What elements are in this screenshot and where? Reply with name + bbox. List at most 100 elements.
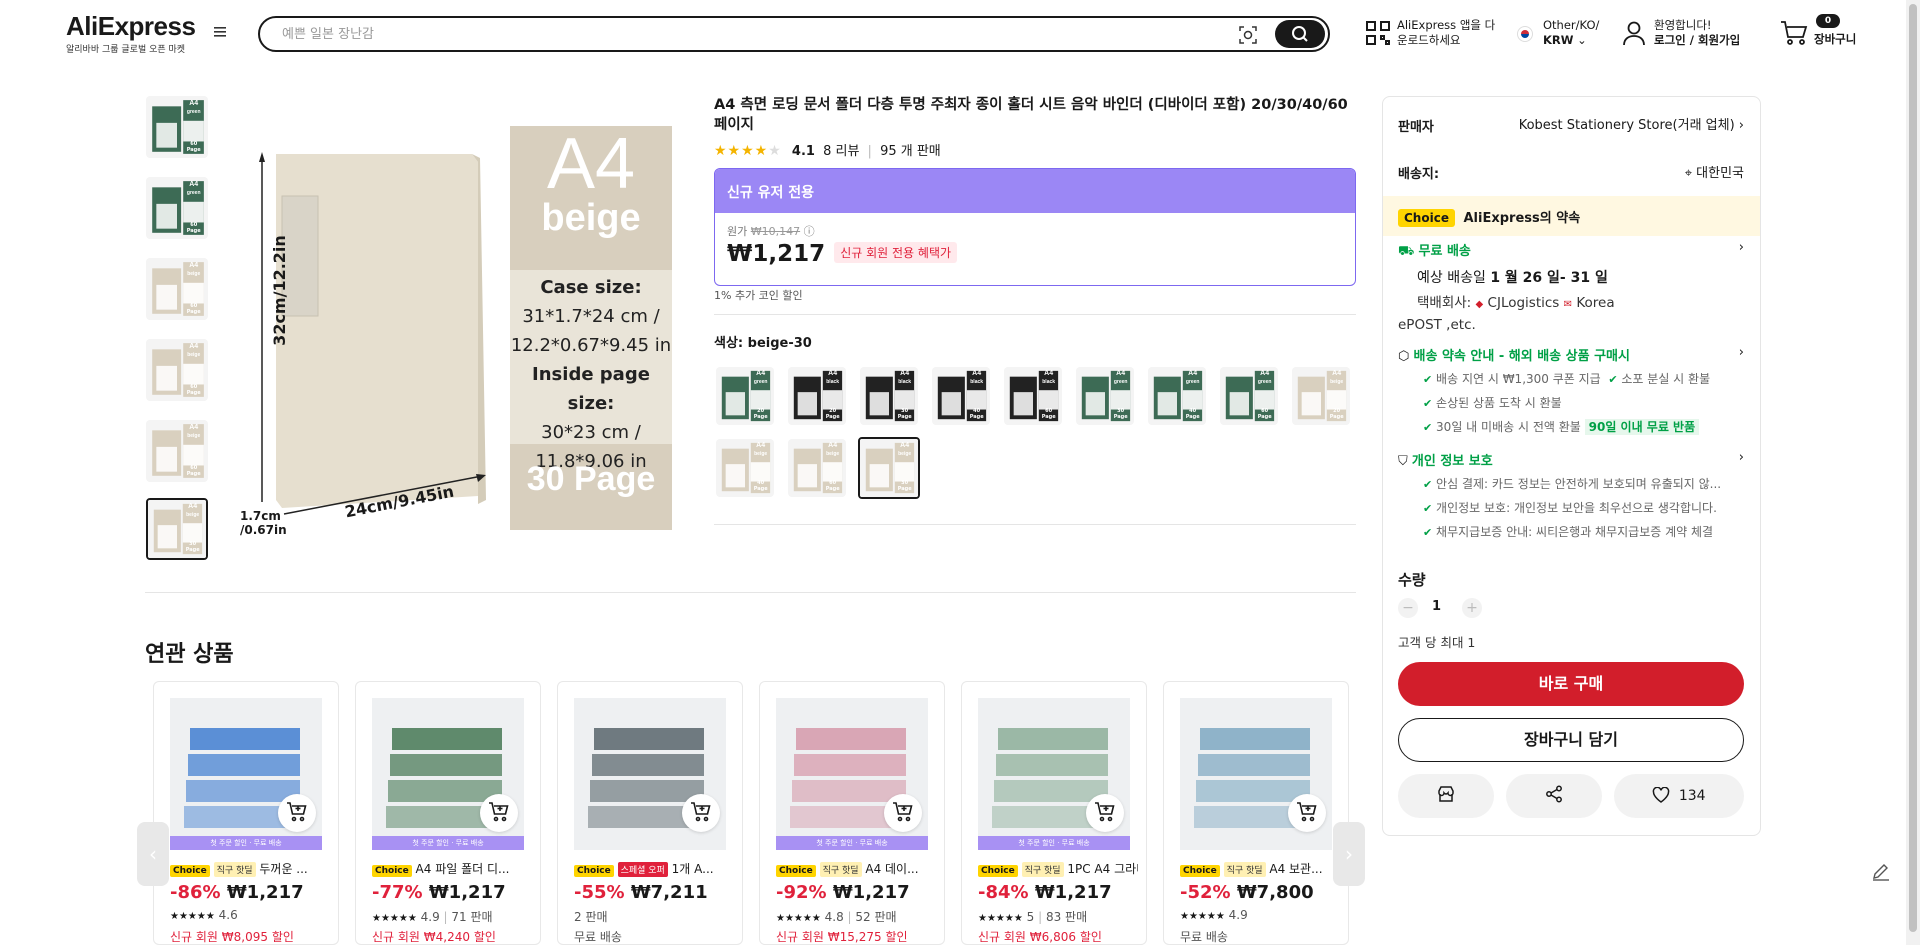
- store-icon: [1437, 786, 1455, 804]
- increase-button[interactable]: +: [1462, 598, 1482, 618]
- add-to-cart-icon[interactable]: [1086, 794, 1124, 832]
- check-icon: ✔: [1423, 526, 1433, 539]
- product-name: Choice 직구 핫딜 1PC A4 그라디...: [978, 860, 1138, 877]
- product-name: Choice A4 파일 폴더 디...: [372, 860, 532, 877]
- thumb-page-label: 60 Page: [186, 303, 201, 316]
- color-swatch[interactable]: A4 beige 20 Page: [1292, 367, 1350, 425]
- thumbnail-image[interactable]: A4 green 60 Page: [146, 96, 208, 158]
- original-price: 원가 ₩10,147 ⓘ: [727, 225, 815, 238]
- color-swatch[interactable]: A4 black 40 Page: [932, 367, 990, 425]
- related-product-card[interactable]: 첫 주문 할인 · 무료 배송 Choice A4 파일 폴더 디... -77% …: [355, 681, 541, 945]
- quantity-value[interactable]: 1: [1432, 599, 1441, 614]
- color-swatch[interactable]: A4 green 20 Page: [716, 367, 774, 425]
- color-swatch[interactable]: A4 black 20 Page: [788, 367, 846, 425]
- choice-badge: Choice: [1398, 209, 1455, 227]
- product-rating: ★★★★★ 4.8 | 52 판매: [776, 910, 897, 924]
- thumbnail-image[interactable]: A4 beige 60 Page: [146, 339, 208, 401]
- aliexpress-logo[interactable]: AliExpress 알리바바 그룹 글로벌 오픈 마켓: [66, 11, 196, 55]
- free-shipping-section[interactable]: ⛟ 무료 배송 › 예상 배송일 1 월 26 일- 31 일 택배회사: ◆ C…: [1398, 240, 1744, 335]
- related-product-card[interactable]: Choice 직구 핫딜 A4 보관... -52% ₩7,800 ★★★★★ 4.…: [1163, 681, 1349, 945]
- seller-link[interactable]: Kobest Stationery Store(거래 업체) ›: [1514, 114, 1744, 133]
- color-swatch[interactable]: A4 green 40 Page: [1148, 367, 1206, 425]
- delivery-promise-section[interactable]: ⬡ 배송 약속 안내 - 해외 배송 상품 구매시 › ✔ 배송 지연 시 ₩1,…: [1398, 345, 1744, 435]
- product-rating: ★★★★★ 4.6: [170, 908, 238, 922]
- thumb-page-label: 40 Page: [753, 480, 768, 493]
- user-icon: [1623, 21, 1645, 46]
- add-to-cart-button[interactable]: 장바구니 담기: [1398, 718, 1744, 762]
- main-product-image[interactable]: 32cm/12.2in 24cm/9.45in 1.7cm/0.67in A4 …: [232, 96, 684, 546]
- thumb-page-label: 20 Page: [1329, 408, 1344, 421]
- thumbnail-image[interactable]: A4 beige 60 Page: [146, 258, 208, 320]
- related-product-card[interactable]: 첫 주문 할인 · 무료 배송 Choice 직구 핫딜 1PC A4 그라디..…: [961, 681, 1147, 945]
- thumbnail-image[interactable]: A4 beige 60 Page: [146, 420, 208, 482]
- related-product-card[interactable]: 첫 주문 할인 · 무료 배송 Choice 직구 핫딜 A4 데이... -92%…: [759, 681, 945, 945]
- related-product-card[interactable]: 첫 주문 할인 · 무료 배송 Choice 직구 핫딜 두꺼운 ... -86% …: [153, 681, 339, 945]
- hamburger-menu-icon[interactable]: [210, 26, 230, 46]
- search-input[interactable]: [282, 24, 1182, 44]
- product-rating: ★★★★★ 4.9 | 71 판매: [372, 910, 493, 924]
- add-to-cart-icon[interactable]: [884, 794, 922, 832]
- thumb-page-label: 30 Page: [897, 480, 912, 493]
- check-icon: ✔: [1423, 397, 1433, 410]
- image-page-label: 30 Page: [526, 460, 656, 498]
- color-swatch[interactable]: A4 green 60 Page: [1220, 367, 1278, 425]
- store-button[interactable]: [1398, 774, 1494, 818]
- wishlist-count: 134: [1678, 788, 1706, 804]
- wishlist-button[interactable]: 134: [1614, 774, 1744, 818]
- login-register-link[interactable]: 로그인 / 회원가입: [1654, 33, 1740, 47]
- cart-count-badge: 0: [1816, 14, 1840, 28]
- rating-stars-icon: ★★★★★: [714, 143, 782, 159]
- thumb-page-label: 30 Page: [897, 408, 912, 421]
- color-swatch[interactable]: A4 beige 30 Page: [858, 437, 920, 499]
- add-to-cart-icon[interactable]: [480, 794, 518, 832]
- add-to-cart-icon[interactable]: [278, 794, 316, 832]
- product-note: 무료 배송: [574, 930, 622, 944]
- color-swatch[interactable]: A4 black 60 Page: [1004, 367, 1062, 425]
- product-badge: 직구 핫딜: [819, 862, 862, 877]
- color-swatch[interactable]: A4 beige 60 Page: [788, 439, 846, 497]
- add-to-cart-icon[interactable]: [682, 794, 720, 832]
- color-swatch[interactable]: A4 green 30 Page: [1076, 367, 1134, 425]
- divider: [714, 314, 1356, 315]
- thumb-text: A4 black: [970, 370, 984, 386]
- thumb-text: A4 beige: [187, 261, 201, 277]
- buy-now-button[interactable]: 바로 구매: [1398, 662, 1744, 706]
- quantity-label: 수량: [1398, 571, 1426, 589]
- product-note: 신규 회원 ₩8,095 할인: [170, 930, 294, 944]
- carousel-next-button[interactable]: ›: [1333, 822, 1365, 886]
- decrease-button[interactable]: −: [1398, 598, 1418, 618]
- thumbnail-image[interactable]: A4 green 60 Page: [146, 177, 208, 239]
- product-rating: ★★★★★ 5 | 83 판매: [978, 910, 1088, 924]
- quantity-limit: 고객 당 최대 1: [1398, 635, 1476, 650]
- carousel-prev-button[interactable]: ‹: [137, 822, 169, 886]
- feedback-edit-icon[interactable]: [1870, 860, 1892, 882]
- logo-text: AliExpress: [66, 11, 196, 41]
- add-to-cart-icon[interactable]: [1288, 794, 1326, 832]
- quantity-stepper: − 1 +: [1398, 598, 1482, 618]
- product-price: -55% ₩7,211: [574, 882, 708, 903]
- info-icon: ⓘ: [803, 225, 815, 238]
- privacy-section[interactable]: ⛉ 개인 정보 보호 › ✔ 안심 결제: 카드 정보는 안전하게 보호되며 유출…: [1398, 450, 1744, 540]
- thumb-text: A4 green: [1185, 370, 1200, 386]
- thumb-page-label: 40 Page: [969, 408, 984, 421]
- top-header: AliExpress 알리바바 그룹 글로벌 오픈 마켓 AliExpress …: [0, 0, 1920, 66]
- ship-to-selector[interactable]: ⌖ 대한민국: [1620, 162, 1744, 181]
- thumb-text: A4 beige: [1330, 370, 1344, 386]
- search-button[interactable]: [1275, 20, 1325, 48]
- camera-search-icon[interactable]: [1238, 25, 1258, 45]
- thumbnail-image[interactable]: A4 beige 30 Page: [146, 498, 208, 560]
- related-product-card[interactable]: Choice 스페셜 오퍼 1개 A... -55% ₩7,211 2 판매 무료 배…: [557, 681, 743, 945]
- check-icon: ✔: [1423, 478, 1433, 491]
- share-button[interactable]: [1506, 774, 1602, 818]
- product-title: A4 측면 로딩 문서 폴더 다층 투명 주최자 종이 홀더 시트 음악 바인더…: [714, 97, 1348, 133]
- scrollbar-thumb[interactable]: [1909, 4, 1917, 932]
- truck-icon: ⛟: [1398, 244, 1415, 259]
- product-note: 신규 회원 ₩4,240 할인: [372, 930, 496, 944]
- thumb-text: A4 green: [186, 99, 201, 115]
- color-swatch[interactable]: A4 black 30 Page: [860, 367, 918, 425]
- thumb-page-label: 20 Page: [825, 408, 840, 421]
- promo-banner: 첫 주문 할인 · 무료 배송: [372, 836, 524, 850]
- review-count[interactable]: 8 리뷰: [823, 144, 859, 159]
- thumb-text: A4 beige: [898, 442, 912, 458]
- color-swatch[interactable]: A4 beige 40 Page: [716, 439, 774, 497]
